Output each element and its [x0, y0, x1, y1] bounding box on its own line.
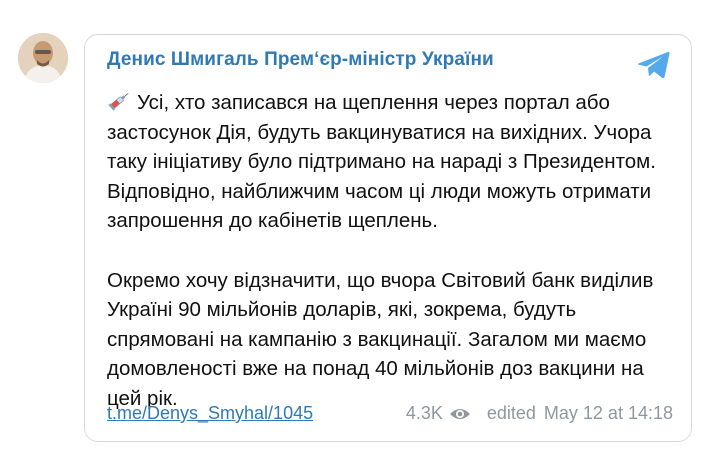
- paragraph-text: Усі, хто записався на щеплення через пор…: [107, 91, 656, 233]
- author-name[interactable]: Денис Шмигаль Прем‘єр-міністр України: [107, 49, 494, 71]
- eye-icon: [449, 408, 470, 419]
- post-meta: 4.3K edited May 12 at 14:18: [406, 403, 673, 424]
- post-text: Усі, хто записався на щеплення через пор…: [107, 88, 677, 414]
- view-count: 4.3K: [405, 403, 443, 423]
- author-photo: [18, 33, 68, 83]
- avatar[interactable]: [18, 33, 68, 83]
- post-paragraph: Усі, хто записався на щеплення через пор…: [107, 88, 677, 236]
- edited-label: edited: [486, 403, 536, 423]
- syringe-icon: [108, 92, 129, 111]
- telegram-icon: [637, 51, 670, 79]
- post-paragraph: Окремо хочу відзначити, що вчора Світови…: [107, 268, 654, 410]
- post-link[interactable]: t.me/Denys_Smyhal/1045: [107, 403, 313, 424]
- post-date[interactable]: May 12 at 14:18: [544, 403, 673, 424]
- post-card: Денис Шмигаль Прем‘єр-міністр України Ус…: [84, 34, 692, 442]
